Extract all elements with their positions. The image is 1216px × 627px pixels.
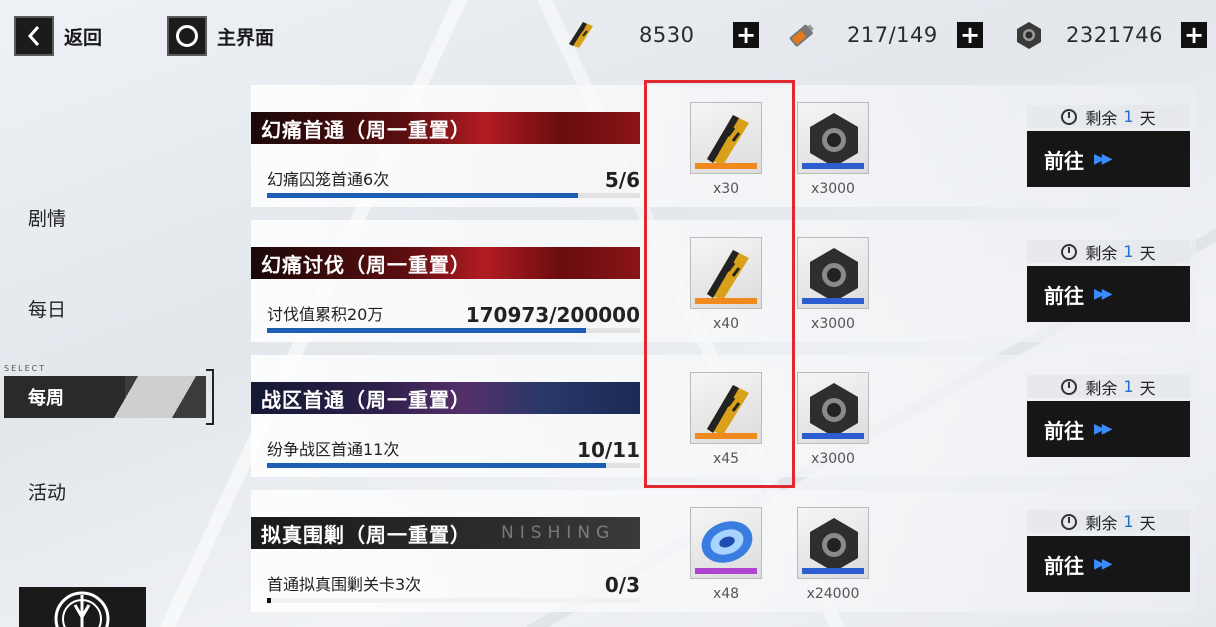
- supply-value: 8530: [639, 23, 695, 47]
- progress-fill: [267, 193, 578, 198]
- nav-item-event[interactable]: 活动: [28, 478, 66, 505]
- back-label: 返回: [64, 26, 103, 49]
- reward-item[interactable]: x3000: [797, 102, 869, 197]
- progress-bar: [267, 328, 640, 333]
- progress-fill: [267, 598, 271, 603]
- chevron-left-icon: [14, 16, 54, 56]
- remaining-time: 剩余 1 天: [1027, 240, 1190, 263]
- goto-button[interactable]: 前往 ▶▶: [1027, 131, 1190, 187]
- reward-item[interactable]: x3000: [797, 237, 869, 332]
- add-stamina-button[interactable]: +: [957, 22, 983, 48]
- progress-bar: [267, 463, 640, 468]
- reward-item[interactable]: x24000: [797, 507, 869, 602]
- double-arrow-icon: ▶▶: [1094, 151, 1112, 167]
- highlight-box: [644, 80, 795, 488]
- reward-qty: x3000: [811, 451, 855, 467]
- double-arrow-icon: ▶▶: [1094, 421, 1112, 437]
- goto-button[interactable]: 前往 ▶▶: [1027, 401, 1190, 457]
- goto-button[interactable]: 前往 ▶▶: [1027, 266, 1190, 322]
- task-title: 战区首通（周一重置）: [251, 382, 640, 414]
- remaining-time: 剩余 1 天: [1027, 105, 1190, 128]
- task-title: 幻痛讨伐（周一重置）: [251, 247, 640, 279]
- nav-item-daily[interactable]: 每日: [28, 295, 66, 322]
- progress-fill: [267, 463, 607, 468]
- select-tag: SELECT: [4, 364, 47, 373]
- nut-value: 2321746: [1066, 23, 1164, 47]
- stamina-battery-icon: [789, 24, 814, 47]
- clock-icon: [1061, 513, 1078, 530]
- selection-bracket: [206, 369, 214, 425]
- task-title: 拟真围剿（周一重置） NISHING: [251, 517, 640, 549]
- clock-icon: [1061, 378, 1078, 395]
- home-label: 主界面: [217, 26, 275, 49]
- nav-item-weekly[interactable]: 每周: [4, 376, 206, 418]
- title-ghost-text: NISHING: [501, 523, 616, 543]
- task-description: 讨伐值累积20万: [267, 305, 384, 324]
- reward-qty: x24000: [806, 586, 860, 602]
- back-button[interactable]: 返回: [14, 16, 102, 56]
- reward-qty: x3000: [811, 316, 855, 332]
- resource-supply: 8530: [563, 18, 694, 52]
- reward-qty: x48: [712, 586, 740, 602]
- task-progress: 0/3: [604, 573, 640, 597]
- add-nut-button[interactable]: +: [1181, 22, 1207, 48]
- progress-bar: [267, 598, 640, 603]
- remaining-time: 剩余 1 天: [1027, 375, 1190, 398]
- task-progress: 10/11: [577, 438, 640, 462]
- task-progress: 170973/200000: [465, 303, 640, 327]
- task-description: 首通拟真围剿关卡3次: [267, 575, 422, 594]
- task-description: 幻痛囚笼首通6次: [267, 170, 390, 189]
- task-row: 拟真围剿（周一重置） NISHING 首通拟真围剿关卡3次 0/3 x48 x24…: [251, 490, 1196, 612]
- resource-stamina: 217/149: [785, 18, 938, 52]
- nav-item-story[interactable]: 剧情: [28, 204, 66, 231]
- nav-item-weekly-label: 每周: [28, 388, 64, 409]
- clock-icon: [1061, 108, 1078, 125]
- progress-bar: [267, 193, 640, 198]
- home-button[interactable]: 主界面: [167, 16, 274, 56]
- resource-nut: 2321746: [1012, 18, 1163, 52]
- emblem-logo: [19, 587, 146, 627]
- task-title: 幻痛首通（周一重置）: [251, 112, 640, 144]
- reward-item[interactable]: x3000: [797, 372, 869, 467]
- double-arrow-icon: ▶▶: [1094, 556, 1112, 572]
- supply-ticket-icon: [569, 22, 593, 48]
- reward-item[interactable]: x48: [690, 507, 762, 602]
- remaining-time: 剩余 1 天: [1027, 510, 1190, 533]
- task-progress: 5/6: [604, 168, 640, 192]
- reward-qty: x3000: [811, 181, 855, 197]
- progress-fill: [267, 328, 586, 333]
- add-supply-button[interactable]: +: [733, 22, 759, 48]
- stamina-value: 217/149: [847, 23, 938, 47]
- goto-button[interactable]: 前往 ▶▶: [1027, 536, 1190, 592]
- double-arrow-icon: ▶▶: [1094, 286, 1112, 302]
- hex-nut-icon: [1017, 22, 1041, 49]
- task-description: 纷争战区首通11次: [267, 440, 400, 459]
- home-circle-icon: [167, 16, 207, 56]
- clock-icon: [1061, 243, 1078, 260]
